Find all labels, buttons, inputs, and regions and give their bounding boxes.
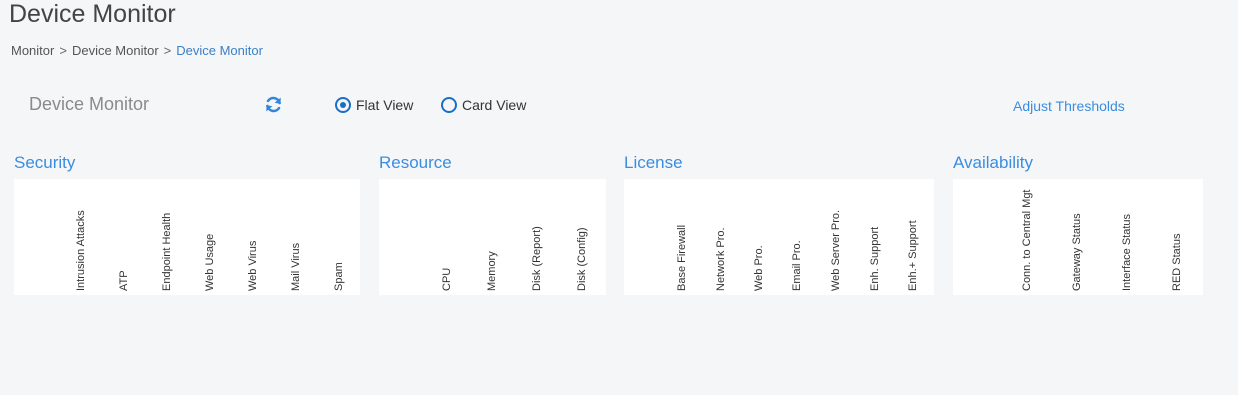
- column-label: Spam: [333, 262, 345, 291]
- group-title-security: Security: [14, 153, 76, 172]
- column-header: Enh. Support: [868, 181, 882, 291]
- column-label: Conn. to Central Mgt: [1021, 189, 1033, 292]
- column-label: CPU: [441, 267, 453, 291]
- adjust-thresholds-link[interactable]: Adjust Thresholds: [1013, 98, 1125, 114]
- column-label: Enh.+ Support: [907, 220, 919, 291]
- column-header: Web Usage: [203, 181, 217, 291]
- breadcrumb-current: Device Monitor: [176, 43, 263, 58]
- column-label: Enh. Support: [869, 226, 881, 291]
- radio-checked-icon: [335, 97, 351, 113]
- column-label: Memory: [486, 251, 498, 291]
- group-title-availability: Availability: [953, 153, 1034, 172]
- column-header: Memory: [485, 181, 499, 291]
- column-header: ATP: [117, 181, 131, 291]
- column-label: Email Pro.: [791, 240, 803, 291]
- flat-view-radio[interactable]: Flat View: [335, 97, 413, 113]
- card-view-radio[interactable]: Card View: [441, 97, 526, 113]
- flat-view-label: Flat View: [356, 97, 414, 113]
- column-label: Interface Status: [1121, 213, 1133, 291]
- column-label: Mail Virus: [290, 242, 302, 291]
- breadcrumb-item-monitor[interactable]: Monitor: [11, 43, 54, 58]
- group-title-license: License: [624, 153, 683, 172]
- group-title-resource: Resource: [379, 153, 452, 172]
- column-label: Network Pro.: [715, 227, 727, 291]
- column-label: RED Status: [1171, 233, 1183, 291]
- column-header: Interface Status: [1120, 181, 1134, 291]
- column-label: Endpoint Health: [161, 212, 173, 291]
- group-box-security: Intrusion Attacks ATP Endpoint Health We…: [14, 179, 360, 295]
- panel-title: Device Monitor: [29, 94, 150, 114]
- column-header: Gateway Status: [1070, 181, 1084, 291]
- group-box-resource: CPU Memory Disk (Report) Disk (Config): [379, 179, 606, 295]
- column-header: Web Pro.: [752, 181, 766, 291]
- column-label: Web Pro.: [753, 245, 765, 291]
- breadcrumb: Monitor > Device Monitor > Device Monitor: [11, 43, 263, 58]
- breadcrumb-separator: >: [163, 43, 172, 58]
- column-label: Intrusion Attacks: [75, 210, 87, 291]
- column-header: Disk (Report): [530, 181, 544, 291]
- column-header: Base Firewall: [675, 181, 689, 291]
- column-header: Email Pro.: [790, 181, 804, 291]
- refresh-icon[interactable]: [264, 95, 283, 114]
- column-label: Web Virus: [247, 240, 259, 291]
- breadcrumb-item-device-monitor[interactable]: Device Monitor: [72, 43, 159, 58]
- column-label: Web Usage: [204, 233, 216, 291]
- column-label: Base Firewall: [676, 224, 688, 291]
- column-label: Web Server Pro.: [830, 209, 842, 291]
- column-label: Disk (Config): [576, 227, 588, 291]
- column-header: Web Server Pro.: [829, 181, 843, 291]
- column-header: CPU: [440, 181, 454, 291]
- column-label: Disk (Report): [531, 226, 543, 291]
- breadcrumb-separator: >: [59, 43, 67, 58]
- column-header: RED Status: [1170, 181, 1184, 291]
- column-header: Spam: [332, 181, 346, 291]
- column-header: Mail Virus: [289, 181, 303, 291]
- column-header: Network Pro.: [714, 181, 728, 291]
- group-box-license: Base Firewall Network Pro. Web Pro. Emai…: [624, 179, 934, 295]
- column-header: Conn. to Central Mgt: [1020, 181, 1034, 292]
- column-header: Endpoint Health: [160, 181, 174, 291]
- column-header: Intrusion Attacks: [74, 181, 88, 291]
- column-label: Gateway Status: [1071, 213, 1083, 291]
- group-box-availability: Conn. to Central Mgt Gateway Status Inte…: [953, 179, 1203, 295]
- radio-unchecked-icon: [441, 97, 457, 113]
- card-view-label: Card View: [462, 97, 527, 113]
- column-header: Enh.+ Support: [906, 181, 920, 291]
- page-title: Device Monitor: [9, 0, 176, 28]
- column-header: Disk (Config): [575, 181, 589, 291]
- column-header: Web Virus: [246, 181, 260, 291]
- column-label: ATP: [118, 270, 130, 291]
